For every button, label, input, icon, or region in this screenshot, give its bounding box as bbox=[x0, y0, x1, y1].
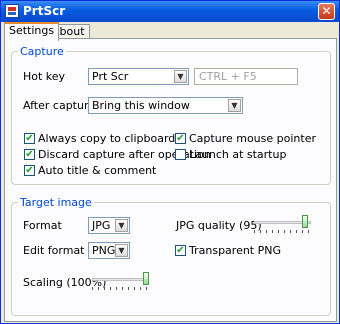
target-image-group-title: Target image bbox=[18, 196, 94, 209]
edit-format-select[interactable]: PNG ▼ bbox=[88, 242, 130, 259]
hotkey-value: Prt Scr bbox=[92, 70, 129, 83]
prtscr-app-icon bbox=[5, 4, 19, 18]
jpg-quality-slider[interactable] bbox=[254, 215, 311, 235]
checkbox-label: Launch at startup bbox=[189, 148, 287, 161]
slider-ticks bbox=[92, 287, 149, 290]
prtscr-window: PrtScr ✕ Settings About Capture Hot key … bbox=[0, 0, 340, 324]
checkbox-box[interactable]: ✔ bbox=[24, 165, 35, 176]
slider-ticks bbox=[254, 230, 311, 233]
hotkey-alt-field[interactable]: CTRL + F5 bbox=[194, 68, 298, 85]
tab-settings[interactable]: Settings bbox=[4, 22, 60, 41]
hotkey-alt-value: CTRL + F5 bbox=[199, 70, 257, 83]
format-value: JPG bbox=[92, 219, 111, 232]
settings-tab-page: Capture Hot key Prt Scr ▼ CTRL + F5 Afte… bbox=[4, 38, 337, 322]
target-image-group: Target image Format JPG ▼ JPG quality (9… bbox=[11, 196, 331, 316]
chevron-down-icon[interactable]: ▼ bbox=[115, 219, 128, 232]
checkbox-label: Auto title & comment bbox=[38, 164, 157, 177]
checkbox-box[interactable]: ✔ bbox=[24, 149, 35, 160]
checkbox-label: Transparent PNG bbox=[189, 244, 282, 257]
edit-format-value: PNG bbox=[92, 244, 116, 257]
title-bar[interactable]: PrtScr ✕ bbox=[1, 1, 339, 22]
capture-group-title: Capture bbox=[18, 45, 66, 58]
after-capture-label: After capture bbox=[23, 99, 96, 112]
checkbox-box[interactable] bbox=[175, 149, 186, 160]
window-title: PrtScr bbox=[23, 4, 66, 18]
slider-thumb[interactable] bbox=[143, 272, 149, 285]
hotkey-label: Hot key bbox=[23, 70, 66, 83]
chevron-down-icon[interactable]: ▼ bbox=[115, 244, 128, 257]
slider-thumb[interactable] bbox=[302, 215, 308, 228]
close-button[interactable]: ✕ bbox=[318, 3, 335, 20]
after-capture-value: Bring this window bbox=[92, 99, 190, 112]
chevron-down-icon[interactable]: ▼ bbox=[228, 99, 241, 112]
scaling-slider[interactable] bbox=[92, 272, 149, 292]
checkbox-label: Always copy to clipboard bbox=[38, 132, 176, 145]
slider-track bbox=[92, 278, 149, 281]
checkbox-box[interactable]: ✔ bbox=[24, 133, 35, 144]
checkbox-box[interactable]: ✔ bbox=[175, 245, 186, 256]
after-capture-select[interactable]: Bring this window ▼ bbox=[88, 97, 243, 114]
hotkey-select[interactable]: Prt Scr ▼ bbox=[88, 68, 189, 85]
jpg-quality-label: JPG quality (95) bbox=[176, 219, 262, 232]
format-select[interactable]: JPG ▼ bbox=[88, 217, 130, 234]
edit-format-label: Edit format bbox=[23, 244, 85, 257]
chevron-down-icon[interactable]: ▼ bbox=[174, 70, 187, 83]
capture-group: Capture Hot key Prt Scr ▼ CTRL + F5 Afte… bbox=[11, 45, 331, 185]
checkbox-label: Capture mouse pointer bbox=[189, 132, 316, 145]
format-label: Format bbox=[23, 219, 62, 232]
checkbox-box[interactable]: ✔ bbox=[175, 133, 186, 144]
